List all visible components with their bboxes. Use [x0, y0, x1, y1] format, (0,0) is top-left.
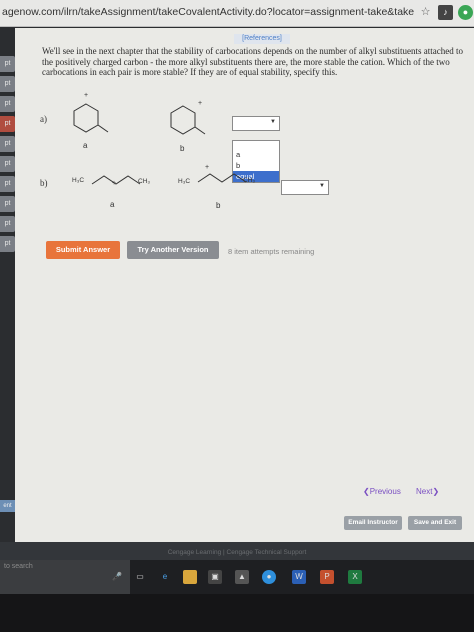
sound-icon[interactable]: ♪ — [438, 5, 453, 20]
molecule-a-caption: a — [83, 141, 88, 150]
carbocation-charge: + — [198, 100, 203, 107]
ch3-label: CH₃ — [138, 178, 151, 185]
attempts-remaining: 8 item attempts remaining — [228, 247, 315, 256]
microphone-icon[interactable]: 🎤 — [110, 570, 124, 584]
question-text: We'll see in the next chapter that the s… — [42, 46, 464, 77]
next-label: Next — [416, 487, 433, 496]
address-bar[interactable]: agenow.com/ilrn/takeAssignment/takeCoval… — [2, 6, 414, 18]
molecule-b-caption: b — [216, 201, 221, 210]
sidebar-bottom-tab[interactable]: ent — [0, 500, 15, 512]
point-tab[interactable]: pt — [0, 216, 15, 232]
question-point-rail: pt pt pt pt pt pt pt pt pt pt — [0, 36, 15, 556]
molecule-a-caption: a — [110, 200, 115, 209]
answer-select-b[interactable]: ▼ — [281, 180, 329, 195]
ch3-label: CH₃ — [243, 177, 256, 184]
chevron-down-icon: ▼ — [319, 183, 325, 189]
email-instructor-button[interactable]: Email Instructor — [344, 516, 402, 530]
point-tab[interactable]: pt — [0, 176, 15, 192]
desk-area — [0, 594, 474, 632]
answer-select-a[interactable]: ▼ — [232, 116, 280, 131]
part-a-label: a) — [40, 114, 47, 124]
file-explorer-icon[interactable] — [183, 570, 197, 584]
carbocation-charge: + — [205, 164, 210, 171]
point-tab-current[interactable]: pt — [0, 116, 15, 132]
carbocation-charge: + — [112, 180, 117, 187]
store-icon[interactable]: ▣ — [208, 570, 222, 584]
app-icon[interactable]: ▲ — [235, 570, 249, 584]
chrome-icon[interactable]: ● — [262, 570, 276, 584]
chevron-down-icon: ▼ — [270, 119, 276, 125]
powerpoint-icon[interactable]: P — [320, 570, 334, 584]
save-and-exit-button[interactable]: Save and Exit — [408, 516, 462, 530]
point-tab[interactable]: pt — [0, 76, 15, 92]
previous-link[interactable]: ❮Previous — [363, 487, 401, 496]
point-tab[interactable]: pt — [0, 196, 15, 212]
dropdown-option-a[interactable]: a — [233, 149, 279, 160]
carbocation-charge: + — [84, 92, 89, 99]
extension-icon[interactable]: ● — [458, 5, 473, 20]
carbocation-b-methylcyclohexyl — [170, 105, 206, 135]
try-another-version-button[interactable]: Try Another Version — [127, 241, 219, 259]
browser-toolbar: agenow.com/ilrn/takeAssignment/takeCoval… — [0, 0, 474, 27]
point-tab[interactable]: pt — [0, 56, 15, 72]
references-link[interactable]: [References] — [234, 34, 290, 44]
word-icon[interactable]: W — [292, 570, 306, 584]
part-b-label: b) — [40, 178, 48, 188]
previous-label: Previous — [369, 487, 401, 496]
point-tab[interactable]: pt — [0, 96, 15, 112]
taskbar: to search 🎤 ▭ e ▣ ▲ ● W P X — [0, 560, 474, 594]
task-view-icon[interactable]: ▭ — [133, 570, 147, 584]
excel-icon[interactable]: X — [348, 570, 362, 584]
submit-answer-button[interactable]: Submit Answer — [46, 241, 120, 259]
point-tab[interactable]: pt — [0, 156, 15, 172]
dropdown-blank-option[interactable] — [233, 141, 279, 149]
bookmark-star-icon[interactable]: ☆ — [418, 5, 433, 20]
edge-browser-icon[interactable]: e — [158, 570, 172, 584]
point-tab[interactable]: pt — [0, 236, 15, 252]
h3c-label: H₃C — [178, 178, 191, 185]
carbocation-a-cyclohexyl — [73, 103, 109, 133]
next-link[interactable]: Next❯ — [416, 487, 439, 496]
point-tab[interactable]: pt — [0, 136, 15, 152]
h3c-label: H₃C — [72, 177, 85, 184]
search-placeholder: to search — [4, 563, 33, 570]
molecule-b-caption: b — [180, 144, 185, 153]
